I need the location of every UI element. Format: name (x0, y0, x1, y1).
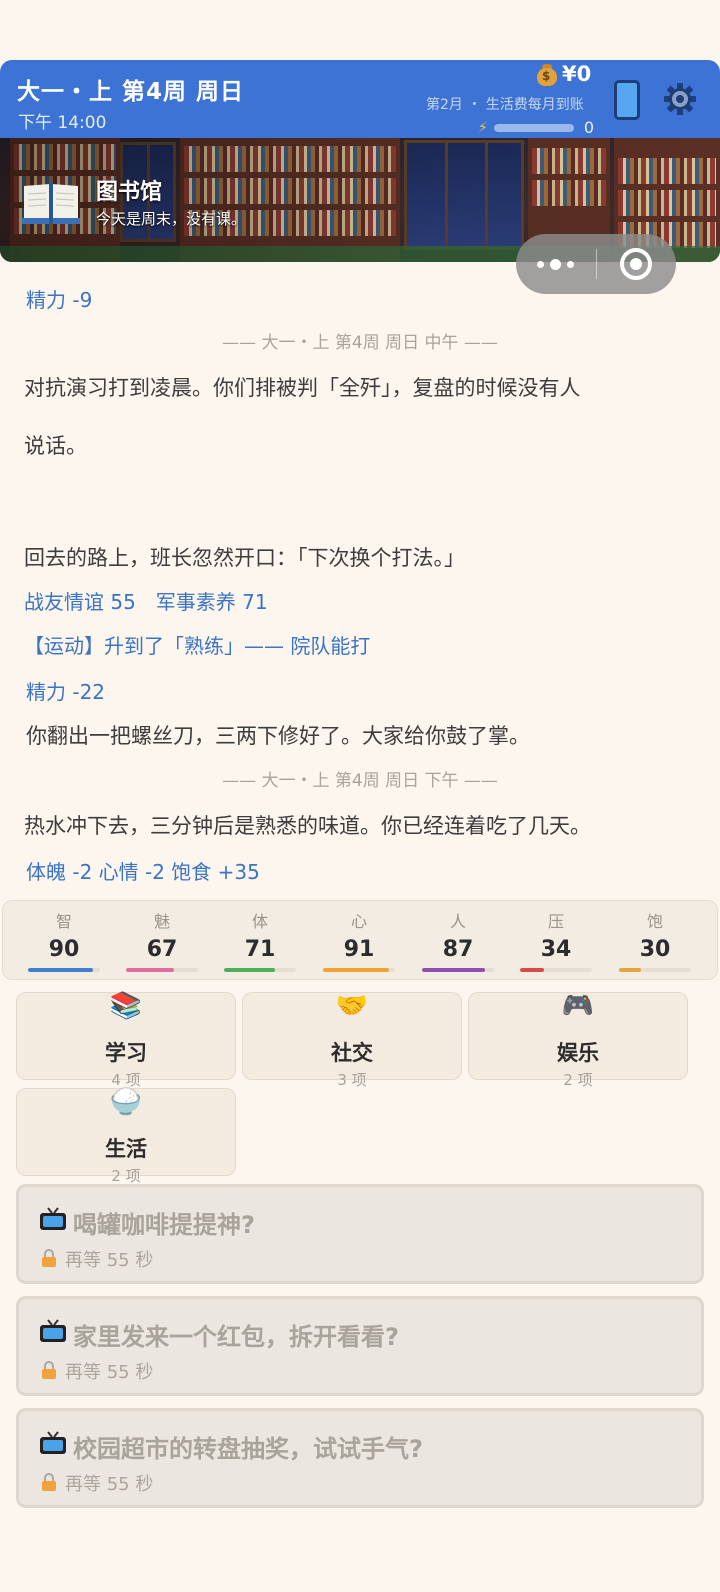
lock-icon (42, 1361, 56, 1379)
event-title: 喝罐咖啡提提神? (73, 1211, 255, 1239)
category-count: 2 项 (111, 1167, 141, 1185)
books-icon: 📚 (109, 991, 143, 1021)
open-book-icon (22, 182, 80, 224)
category-life-button[interactable]: 🍚 生活 2 项 (16, 1087, 236, 1185)
category-label: 娱乐 (557, 1041, 599, 1065)
log-stat-change: 精力 -22 (26, 680, 106, 704)
log-text: 你翻出一把螺丝刀，三两下修好了。大家给你鼓了掌。 (26, 724, 530, 748)
money-bag-icon: $ (536, 62, 558, 86)
location-title: 图书馆 (96, 180, 163, 205)
log-stat-change: 精力 -9 (26, 288, 93, 312)
log-text: 对抗演习打到凌晨。你们排被判「全歼」，复盘的时候没有人 (24, 376, 581, 400)
event-title: 校园超市的转盘抽奖，试试手气? (73, 1435, 423, 1463)
attribute-panel: 智 90 魅 67 体 71 心 91 人 87 压 34 饱 30 (2, 900, 718, 980)
month-note: 第2月 ・ 生活费每月到账 (426, 97, 584, 113)
log-text: 回去的路上，班长忽然开口：「下次换个打法。」 (24, 546, 465, 570)
top-status-bar: 大一・上 第4周 周日 下午 14:00 $ ¥0 第2月 ・ 生活费每月到账 … (0, 60, 720, 138)
log-stat-change: 体魄 -2 心情 -2 饱食 +35 (26, 860, 260, 884)
energy-bar (493, 123, 574, 132)
location-subtitle: 今天是周末，没有课。 (96, 210, 247, 228)
tv-icon (40, 1319, 66, 1342)
stat-stress: 压 34 (516, 901, 596, 972)
lock-icon (42, 1473, 56, 1491)
event-log: 精力 -9 —— 大一・上 第4周 周日 中午 —— 对抗演习打到凌晨。你们排被… (0, 262, 720, 892)
event-title: 家里发来一个红包，拆开看看? (73, 1323, 399, 1351)
category-label: 学习 (105, 1041, 147, 1065)
lock-icon (42, 1249, 56, 1267)
category-label: 社交 (331, 1041, 373, 1065)
date-title: 大一・上 第4周 周日 (17, 79, 245, 105)
category-study-button[interactable]: 📚 学习 4 项 (16, 991, 236, 1089)
log-divider: —— 大一・上 第4周 周日 中午 —— (222, 333, 498, 353)
money-amount: ¥0 (562, 62, 592, 86)
category-count: 2 项 (563, 1071, 593, 1089)
cooldown-text: 再等 55 秒 (65, 1250, 154, 1271)
category-social-button[interactable]: 🤝 社交 3 项 (242, 991, 462, 1089)
cooldown-text: 再等 55 秒 (65, 1362, 154, 1383)
lightning-icon: ⚡ (478, 119, 488, 136)
phone-icon[interactable] (614, 80, 640, 120)
stat-satiety: 饱 30 (615, 901, 695, 972)
category-label: 生活 (105, 1137, 147, 1161)
stat-social: 人 87 (418, 901, 498, 972)
tv-icon (40, 1431, 66, 1454)
handshake-icon: 🤝 (335, 991, 369, 1021)
energy-meter: ⚡ 0 (478, 118, 594, 137)
event-card[interactable]: 家里发来一个红包，拆开看看? 再等 55 秒 (16, 1296, 704, 1396)
gear-icon[interactable] (663, 82, 697, 116)
cooldown-text: 再等 55 秒 (65, 1474, 154, 1495)
time-label: 下午 14:00 (18, 113, 107, 133)
log-text: 热水冲下去，三分钟后是熟悉的味道。你已经连着吃了几天。 (24, 814, 591, 838)
money-display: $ ¥0 (536, 62, 591, 86)
energy-value: 0 (583, 118, 595, 137)
rice-bowl-icon: 🍚 (109, 1087, 143, 1117)
log-divider: —— 大一・上 第4周 周日 下午 —— (222, 771, 498, 791)
category-count: 3 项 (337, 1071, 367, 1089)
stat-physique: 体 71 (220, 901, 300, 972)
log-stat-change: 战友情谊 55 军事素养 71 (24, 590, 268, 614)
stat-mood: 心 91 (319, 901, 399, 972)
tv-icon (40, 1207, 66, 1230)
event-card[interactable]: 校园超市的转盘抽奖，试试手气? 再等 55 秒 (16, 1408, 704, 1508)
gamepad-icon: 🎮 (561, 991, 595, 1021)
stat-intelligence: 智 90 (24, 901, 104, 972)
log-text: 说话。 (24, 434, 87, 458)
event-card[interactable]: 喝罐咖啡提提神? 再等 55 秒 (16, 1184, 704, 1284)
log-skill-up: 【运动】升到了「熟练」—— 院队能打 (24, 634, 371, 658)
category-entertainment-button[interactable]: 🎮 娱乐 2 项 (468, 991, 688, 1089)
stat-charm: 魅 67 (122, 901, 202, 972)
